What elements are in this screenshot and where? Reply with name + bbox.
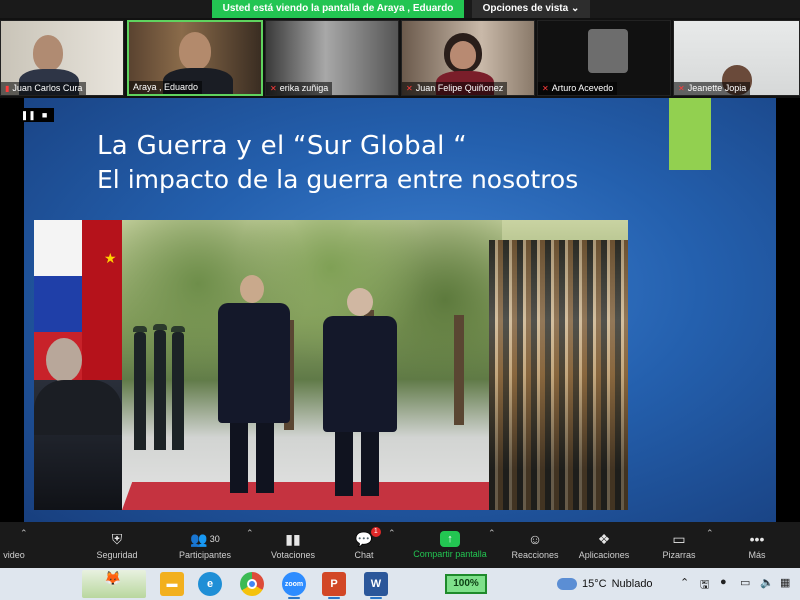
view-options-label: Opciones de vista (482, 3, 569, 14)
pause-icon[interactable]: ❚❚ (21, 110, 36, 121)
mic-muted-icon: ✕ (542, 84, 549, 93)
more-button[interactable]: ••• Más (740, 522, 774, 568)
video-icon (12, 530, 16, 548)
view-options-button[interactable]: Opciones de vista ⌄ (472, 0, 590, 18)
zoom-level-indicator[interactable]: 100% (445, 574, 487, 594)
participant-name: ✕ Arturo Acevedo (538, 82, 618, 95)
mic-muted-icon: ✕ (270, 84, 277, 93)
slide-title: La Guerra y el “Sur Global “ (97, 131, 468, 161)
share-controls[interactable]: ❚❚ ■ (14, 108, 54, 122)
shield-icon: ⛨ (111, 531, 123, 547)
chevron-up-icon[interactable]: ⌃ (246, 528, 254, 539)
participant-name: Araya , Eduardo (129, 81, 203, 94)
powerpoint-icon[interactable]: P (322, 572, 346, 599)
whiteboard-icon: ▭ (672, 531, 686, 547)
participants-button[interactable]: 👥 30 Participantes (168, 522, 242, 568)
mic-on-icon: ▮ (5, 84, 10, 93)
polls-button[interactable]: ▮▮ Votaciones (262, 522, 324, 568)
participant-tile[interactable]: ✕ Arturo Acevedo (537, 20, 671, 96)
network-icon[interactable]: ▦ (780, 576, 790, 589)
participant-gallery: ▮ Juan Carlos Cura Araya , Eduardo ✕ erika… (0, 18, 800, 98)
star-icon: ★ (104, 250, 117, 266)
leader-left (214, 275, 294, 505)
weather-widget[interactable]: 15°C Nublado (557, 568, 653, 600)
participant-tile[interactable]: ✕ Juan Felipe Quiñonez (401, 20, 535, 96)
file-explorer-icon[interactable]: ▬ (160, 572, 184, 596)
share-screen-button[interactable]: ↑ Compartir pantalla (404, 522, 496, 568)
reactions-icon: ☺ (527, 531, 543, 547)
device-icon[interactable]: 🖫 (700, 576, 709, 595)
zoom-icon[interactable]: zoom (282, 572, 306, 599)
word-icon[interactable]: W (364, 572, 388, 599)
participant-name: ✕ Jeanette Jopia (674, 82, 751, 95)
polls-icon: ▮▮ (285, 531, 301, 547)
chevron-up-icon[interactable]: ⌃ (20, 528, 28, 539)
edge-icon[interactable]: e (198, 572, 222, 596)
mic-muted-icon: ✕ (678, 84, 685, 93)
participant-tile-active-speaker[interactable]: Araya , Eduardo (127, 20, 263, 96)
more-icon: ••• (749, 531, 765, 547)
cloud-icon (557, 578, 577, 590)
presentation-slide: La Guerra y el “Sur Global “ El impacto … (24, 98, 776, 522)
participant-name: ✕ erika zuñiga (266, 82, 333, 95)
mic-muted-icon: ✕ (406, 84, 413, 93)
stop-icon[interactable]: ■ (42, 110, 47, 120)
chevron-up-icon[interactable]: ⌃ (388, 528, 396, 539)
chevron-up-icon[interactable]: ⌃ (488, 528, 496, 539)
chat-icon: 💬 1 (355, 527, 381, 548)
security-button[interactable]: ⛨ Seguridad (88, 522, 146, 568)
chrome-icon[interactable] (240, 572, 264, 596)
participants-icon: 👥 30 (190, 531, 220, 547)
slide-accent-block (669, 98, 711, 170)
volume-icon[interactable]: 🔈 (760, 576, 774, 589)
shared-screen: ❚❚ ■ La Guerra y el “Sur Global “ El imp… (0, 98, 800, 522)
participant-name: ▮ Juan Carlos Cura (1, 82, 87, 95)
apps-button[interactable]: ❖ Aplicaciones (572, 522, 636, 568)
fox-icon: 🦊 (104, 570, 122, 586)
chevron-up-icon[interactable]: ⌃ (680, 576, 689, 589)
participant-tile[interactable]: ✕ Jeanette Jopia (673, 20, 800, 96)
windows-taskbar: 🦊 ▬ e zoom P W 100% 15°C Nublado ⌃ 🖫 ● ▭… (0, 568, 800, 600)
meeting-toolbar: video ⌃ ⛨ Seguridad 👥 30 Participantes ⌃ … (0, 522, 800, 568)
share-screen-icon: ↑ (440, 531, 460, 547)
reactions-button[interactable]: ☺ Reacciones (506, 522, 564, 568)
weather-description: Nublado (611, 578, 653, 590)
screen-share-notice: Usted está viendo la pantalla de Araya ,… (212, 0, 464, 18)
chevron-up-icon[interactable]: ⌃ (706, 528, 714, 539)
participant-tile[interactable]: ▮ Juan Carlos Cura (0, 20, 124, 96)
slide-subtitle: El impacto de la guerra entre nosotros (97, 165, 579, 194)
weather-temperature: 15°C (582, 578, 607, 590)
apps-icon: ❖ (597, 531, 611, 547)
chevron-down-icon: ⌄ (570, 3, 580, 14)
camera-icon[interactable]: ● (720, 576, 727, 588)
chat-button[interactable]: 💬 1 Chat (342, 522, 386, 568)
battery-icon[interactable]: ▭ (740, 576, 750, 589)
video-button[interactable]: video (0, 522, 34, 568)
participant-tile[interactable]: ✕ erika zuñiga (265, 20, 399, 96)
leader-right (319, 288, 399, 508)
chat-badge: 1 (370, 527, 381, 537)
participant-name: ✕ Juan Felipe Quiñonez (402, 82, 508, 95)
participant-count: 30 (209, 534, 220, 544)
whiteboard-button[interactable]: ▭ Pizarras (656, 522, 702, 568)
slide-photo: ★ (34, 220, 628, 510)
top-banner: Usted está viendo la pantalla de Araya ,… (0, 0, 800, 18)
